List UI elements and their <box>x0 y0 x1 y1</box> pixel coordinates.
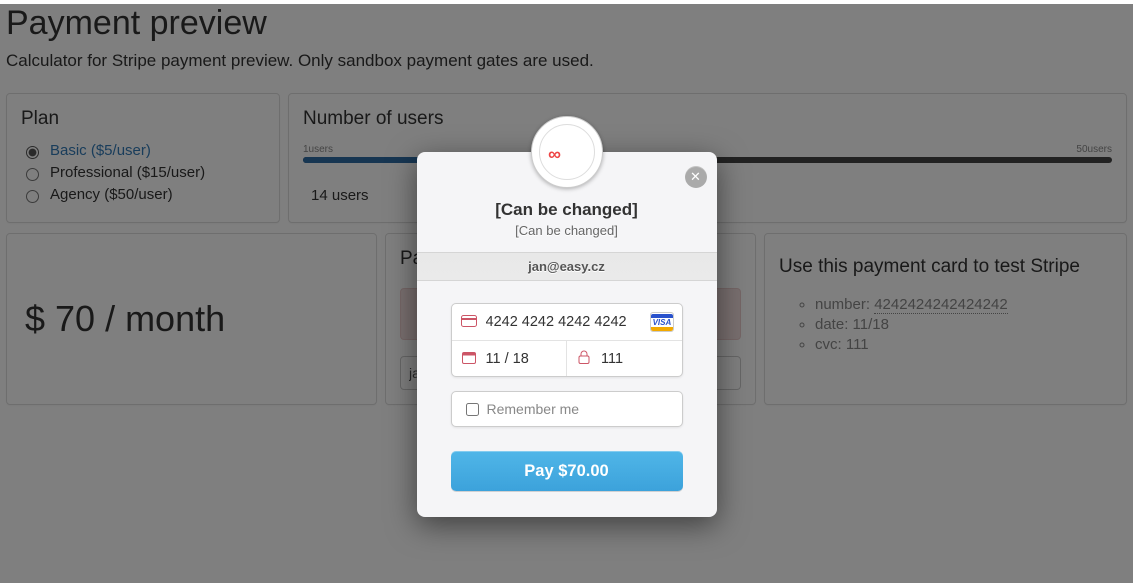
card-number-input[interactable] <box>484 313 647 331</box>
modal-title: [Can be changed] <box>417 200 717 220</box>
pay-button[interactable]: Pay $70.00 <box>451 451 683 491</box>
stripe-modal: ∞ ✕ [Can be changed] [Can be changed] ja… <box>417 152 717 517</box>
expiry-input[interactable] <box>484 350 559 368</box>
infinity-icon: ∞ <box>548 144 561 165</box>
modal-email[interactable]: jan@easy.cz <box>417 252 717 281</box>
card-input-box: VISA <box>451 303 683 377</box>
close-icon[interactable]: ✕ <box>685 166 707 188</box>
modal-subtitle: [Can be changed] <box>417 223 717 238</box>
remember-checkbox[interactable] <box>466 403 479 416</box>
calendar-icon <box>460 351 478 367</box>
cvc-input[interactable] <box>599 350 674 368</box>
merchant-logo: ∞ <box>531 116 603 188</box>
lock-icon <box>575 350 593 367</box>
remember-label: Remember me <box>487 401 580 417</box>
visa-icon: VISA <box>650 312 673 332</box>
remember-me-row[interactable]: Remember me <box>451 391 683 427</box>
card-icon <box>460 314 478 330</box>
